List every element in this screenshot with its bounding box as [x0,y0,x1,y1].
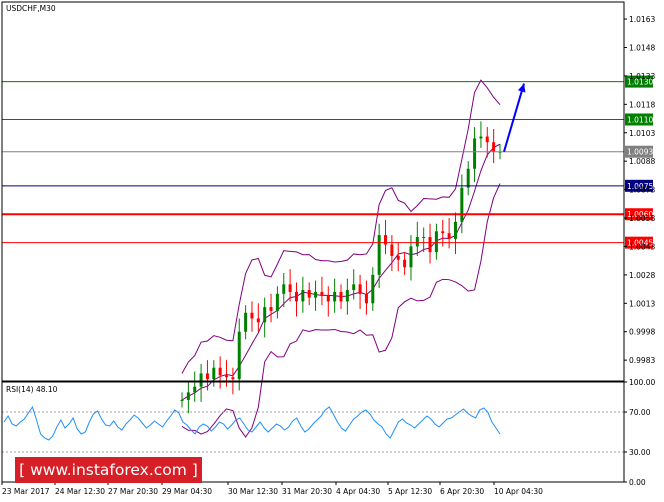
bollinger-upper-band [181,79,501,374]
price-axis-label: 1.0088 [629,157,655,166]
bull-candle [282,284,286,294]
price-axis-label: 1.0043 [629,242,655,251]
bear-candle [218,367,222,376]
bull-candle [415,236,419,247]
bear-candle [358,284,362,294]
bull-candle [422,236,426,238]
bear-candle [231,377,235,380]
bull-candle [237,331,241,380]
bull-candle [460,187,464,222]
bull-candle [186,392,190,400]
price-axis-label: 1.0103 [629,129,655,138]
price-axis-label: 1.0118 [629,100,655,109]
price-axis-label: 1.0148 [629,43,655,52]
bear-candle [326,295,330,302]
chart-canvas: 1.01301.01101.00931.00751.00601.0045 RSI… [1,1,655,496]
bull-candle [193,386,197,393]
time-axis-label: 30 Mar 12:30 [228,487,278,496]
rsi-axis-label: 30.00 [629,448,651,457]
bull-candle [352,284,356,291]
time-axis-label: 24 Mar 12:30 [55,487,105,496]
rsi-axis-label: 100.00 [629,378,655,387]
forecast-arrow-shaft [503,83,525,152]
bear-candle [269,307,273,311]
bull-candle [377,235,381,275]
bear-candle [256,318,260,323]
bear-candle [288,284,292,292]
time-axis-label: 4 Apr 04:30 [336,487,380,496]
bull-candle [479,136,483,139]
price-axis-label: 1.0073 [629,186,655,195]
time-axis-label: 31 Mar 20:30 [282,487,332,496]
price-panel-frame [1,1,625,382]
chart-window: 1.0130 1.0110 1.0093 1.0075 1.0060 1.0045 RSI… [0,0,664,498]
bull-candle [453,221,457,239]
bull-candle [180,399,184,401]
bull-candle [314,291,318,298]
time-axis-label: 10 Apr 04:30 [494,487,543,496]
bear-candle [428,236,432,253]
bull-candle [345,290,349,302]
bear-candle [307,290,311,298]
price-axis-label: 1.0013 [629,299,655,308]
rsi-axis-label: 0.00 [629,478,646,487]
chart-title: USDCHF,M30 [6,4,56,13]
bollinger-lower-band [181,183,501,438]
bull-candle [244,312,248,332]
time-axis-label: 27 Mar 20:30 [108,487,158,496]
rsi-axis-label: 70.00 [629,408,651,417]
price-axis-label: 0.9998 [629,328,655,337]
time-axis-label: 6 Apr 20:30 [440,487,484,496]
bull-candle [371,274,375,304]
bear-candle [320,291,324,296]
bear-candle [205,373,209,380]
rsi-title: RSI(14) 48.10 [6,385,58,394]
bear-candle [225,375,229,378]
bollinger-middle-band [181,143,501,401]
bear-candle [492,142,496,152]
time-axis-label: 29 Mar 04:30 [162,487,212,496]
bull-candle [409,246,413,268]
bull-candle [473,138,477,169]
time-axis-label: 5 Apr 12:30 [388,487,432,496]
bull-candle [212,367,216,380]
bull-candle [275,293,279,311]
bear-candle [294,291,298,302]
bull-candle [333,291,337,302]
bull-candle [301,290,305,302]
price-axis-label: 1.0028 [629,271,655,280]
time-axis-label: 23 Mar 2017 [2,487,50,496]
bear-candle [396,255,400,260]
bear-candle [485,136,489,143]
bull-candle [434,231,438,253]
bear-candle [441,231,445,234]
bear-candle [339,291,343,302]
price-axis-label: 1.0163 [629,15,655,24]
price-axis-label: 0.9983 [629,356,655,365]
bull-candle [199,373,203,387]
bear-candle [364,293,368,304]
bear-candle [447,233,451,239]
level-label: 1.0110 [627,115,653,124]
price-axis-label: 1.0133 [629,72,655,81]
bear-candle [403,259,407,268]
level-label: 1.0093 [627,148,653,157]
bear-candle [390,244,394,256]
bull-candle [466,168,470,188]
price-axis-label: 1.0058 [629,214,655,223]
bear-candle [250,312,254,319]
bull-candle [263,307,267,323]
instaforex-watermark: [ www.instaforex.com ] [15,457,202,483]
